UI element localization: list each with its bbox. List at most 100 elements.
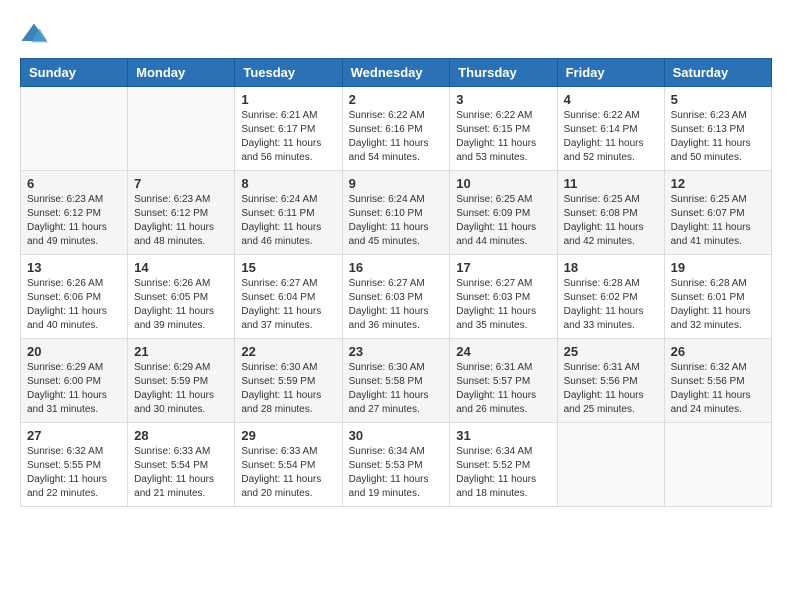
day-number: 16 [349,260,444,275]
calendar-cell: 9 Sunrise: 6:24 AM Sunset: 6:10 PM Daylig… [342,171,450,255]
calendar-header-row: SundayMondayTuesdayWednesdayThursdayFrid… [21,59,772,87]
day-info: Sunrise: 6:25 AM Sunset: 6:07 PM Dayligh… [671,193,765,249]
day-info: Sunrise: 6:21 AM Sunset: 6:17 PM Dayligh… [241,109,335,165]
calendar-cell: 24 Sunrise: 6:31 AM Sunset: 5:57 PM Dayli… [450,339,557,423]
calendar-cell: 3 Sunrise: 6:22 AM Sunset: 6:15 PM Daylig… [450,87,557,171]
calendar-cell: 28 Sunrise: 6:33 AM Sunset: 5:54 PM Dayli… [128,423,235,507]
calendar-cell: 22 Sunrise: 6:30 AM Sunset: 5:59 PM Dayli… [235,339,342,423]
calendar-cell [557,423,664,507]
day-number: 26 [671,344,765,359]
day-number: 24 [456,344,550,359]
calendar-week-row: 13 Sunrise: 6:26 AM Sunset: 6:06 PM Dayli… [21,255,772,339]
day-info: Sunrise: 6:31 AM Sunset: 5:56 PM Dayligh… [564,361,658,417]
day-info: Sunrise: 6:34 AM Sunset: 5:52 PM Dayligh… [456,445,550,501]
day-info: Sunrise: 6:27 AM Sunset: 6:04 PM Dayligh… [241,277,335,333]
calendar-cell: 5 Sunrise: 6:23 AM Sunset: 6:13 PM Daylig… [664,87,771,171]
day-number: 15 [241,260,335,275]
calendar-cell: 19 Sunrise: 6:28 AM Sunset: 6:01 PM Dayli… [664,255,771,339]
day-number: 17 [456,260,550,275]
calendar-table: SundayMondayTuesdayWednesdayThursdayFrid… [20,58,772,507]
calendar-header-friday: Friday [557,59,664,87]
calendar-week-row: 27 Sunrise: 6:32 AM Sunset: 5:55 PM Dayli… [21,423,772,507]
page-header [20,20,772,48]
day-info: Sunrise: 6:30 AM Sunset: 5:59 PM Dayligh… [241,361,335,417]
day-number: 19 [671,260,765,275]
day-info: Sunrise: 6:23 AM Sunset: 6:12 PM Dayligh… [27,193,121,249]
day-info: Sunrise: 6:33 AM Sunset: 5:54 PM Dayligh… [134,445,228,501]
day-number: 31 [456,428,550,443]
calendar-cell: 6 Sunrise: 6:23 AM Sunset: 6:12 PM Daylig… [21,171,128,255]
day-info: Sunrise: 6:27 AM Sunset: 6:03 PM Dayligh… [456,277,550,333]
day-info: Sunrise: 6:31 AM Sunset: 5:57 PM Dayligh… [456,361,550,417]
day-number: 30 [349,428,444,443]
calendar-cell [128,87,235,171]
calendar-cell: 26 Sunrise: 6:32 AM Sunset: 5:56 PM Dayli… [664,339,771,423]
calendar-week-row: 1 Sunrise: 6:21 AM Sunset: 6:17 PM Daylig… [21,87,772,171]
calendar-cell: 2Sunrise: 6:22 AM Sunset: 6:16 PM Daylig… [342,87,450,171]
day-info: Sunrise: 6:22 AM Sunset: 6:16 PM Dayligh… [349,109,444,165]
calendar-header-thursday: Thursday [450,59,557,87]
calendar-cell: 25 Sunrise: 6:31 AM Sunset: 5:56 PM Dayli… [557,339,664,423]
day-number: 11 [564,176,658,191]
day-info: Sunrise: 6:24 AM Sunset: 6:11 PM Dayligh… [241,193,335,249]
day-info: Sunrise: 6:33 AM Sunset: 5:54 PM Dayligh… [241,445,335,501]
day-info: Sunrise: 6:27 AM Sunset: 6:03 PM Dayligh… [349,277,444,333]
calendar-cell: 20 Sunrise: 6:29 AM Sunset: 6:00 PM Dayli… [21,339,128,423]
day-number: 8 [241,176,335,191]
day-number: 6 [27,176,121,191]
day-number: 18 [564,260,658,275]
day-number: 20 [27,344,121,359]
day-info: Sunrise: 6:22 AM Sunset: 6:14 PM Dayligh… [564,109,658,165]
day-info: Sunrise: 6:23 AM Sunset: 6:13 PM Dayligh… [671,109,765,165]
day-number: 23 [349,344,444,359]
day-info: Sunrise: 6:22 AM Sunset: 6:15 PM Dayligh… [456,109,550,165]
logo-icon [20,20,48,48]
day-info: Sunrise: 6:29 AM Sunset: 5:59 PM Dayligh… [134,361,228,417]
day-info: Sunrise: 6:26 AM Sunset: 6:05 PM Dayligh… [134,277,228,333]
day-info: Sunrise: 6:24 AM Sunset: 6:10 PM Dayligh… [349,193,444,249]
day-number: 29 [241,428,335,443]
calendar-header-wednesday: Wednesday [342,59,450,87]
calendar-cell: 30Sunrise: 6:34 AM Sunset: 5:53 PM Dayli… [342,423,450,507]
calendar-week-row: 6 Sunrise: 6:23 AM Sunset: 6:12 PM Daylig… [21,171,772,255]
calendar-cell: 21 Sunrise: 6:29 AM Sunset: 5:59 PM Dayli… [128,339,235,423]
calendar-header-sunday: Sunday [21,59,128,87]
calendar-header-saturday: Saturday [664,59,771,87]
day-info: Sunrise: 6:30 AM Sunset: 5:58 PM Dayligh… [349,361,444,417]
day-number: 25 [564,344,658,359]
day-info: Sunrise: 6:28 AM Sunset: 6:01 PM Dayligh… [671,277,765,333]
day-info: Sunrise: 6:26 AM Sunset: 6:06 PM Dayligh… [27,277,121,333]
calendar-cell: 13 Sunrise: 6:26 AM Sunset: 6:06 PM Dayli… [21,255,128,339]
calendar-cell: 8 Sunrise: 6:24 AM Sunset: 6:11 PM Daylig… [235,171,342,255]
day-number: 22 [241,344,335,359]
day-number: 1 [241,92,335,107]
calendar-cell: 11 Sunrise: 6:25 AM Sunset: 6:08 PM Dayli… [557,171,664,255]
calendar-cell: 31 Sunrise: 6:34 AM Sunset: 5:52 PM Dayli… [450,423,557,507]
calendar-cell: 18 Sunrise: 6:28 AM Sunset: 6:02 PM Dayli… [557,255,664,339]
day-number: 28 [134,428,228,443]
calendar-cell [664,423,771,507]
day-number: 10 [456,176,550,191]
day-number: 9 [349,176,444,191]
day-info: Sunrise: 6:28 AM Sunset: 6:02 PM Dayligh… [564,277,658,333]
day-number: 21 [134,344,228,359]
day-number: 14 [134,260,228,275]
day-info: Sunrise: 6:25 AM Sunset: 6:08 PM Dayligh… [564,193,658,249]
day-info: Sunrise: 6:32 AM Sunset: 5:56 PM Dayligh… [671,361,765,417]
calendar-cell [21,87,128,171]
calendar-cell: 29 Sunrise: 6:33 AM Sunset: 5:54 PM Dayli… [235,423,342,507]
day-number: 3 [456,92,550,107]
calendar-cell: 27 Sunrise: 6:32 AM Sunset: 5:55 PM Dayli… [21,423,128,507]
day-number: 5 [671,92,765,107]
calendar-cell: 4 Sunrise: 6:22 AM Sunset: 6:14 PM Daylig… [557,87,664,171]
day-number: 13 [27,260,121,275]
calendar-week-row: 20 Sunrise: 6:29 AM Sunset: 6:00 PM Dayli… [21,339,772,423]
logo [20,20,52,48]
day-info: Sunrise: 6:29 AM Sunset: 6:00 PM Dayligh… [27,361,121,417]
day-number: 12 [671,176,765,191]
calendar-cell: 23 Sunrise: 6:30 AM Sunset: 5:58 PM Dayli… [342,339,450,423]
day-info: Sunrise: 6:32 AM Sunset: 5:55 PM Dayligh… [27,445,121,501]
day-number: 4 [564,92,658,107]
day-number: 27 [27,428,121,443]
day-number: 7 [134,176,228,191]
